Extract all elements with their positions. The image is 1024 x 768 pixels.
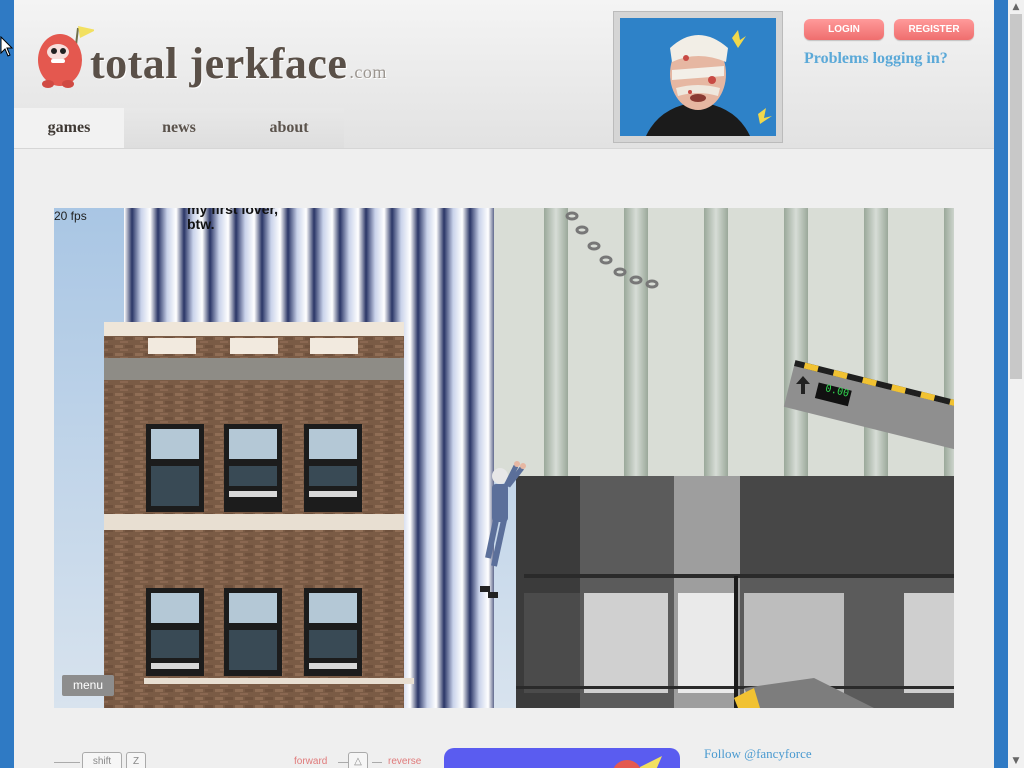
game-menu-button[interactable]: menu	[62, 675, 114, 696]
promo-banner[interactable]	[444, 748, 680, 768]
logo-tld: .com	[349, 62, 387, 82]
problems-logging-in-link[interactable]: Problems logging in?	[804, 50, 948, 68]
nav-tab-games[interactable]: games	[14, 108, 124, 148]
key-shift: shift	[82, 752, 122, 768]
register-button[interactable]: REGISTER	[894, 19, 974, 40]
main-nav: games news about	[14, 108, 344, 148]
forward-label: forward	[294, 756, 328, 767]
page: total jerkface .com games news about LOG…	[14, 0, 994, 768]
logo-brand-name: total jerkface	[90, 39, 348, 88]
key-z: Z	[126, 752, 146, 768]
controls-legend: shift Z forward △ reverse	[54, 746, 454, 768]
dialog-line-2: btw.	[187, 216, 215, 232]
scroll-thumb[interactable]	[1010, 14, 1022, 379]
character-dialog: my first lover, btw.	[187, 208, 278, 232]
bandaged-face-image	[620, 18, 776, 136]
key-up: △	[348, 752, 368, 768]
nav-tab-news[interactable]: news	[124, 108, 234, 148]
up-arrow-icon	[796, 376, 810, 394]
vertical-scrollbar[interactable]: ▲ ▼	[1008, 0, 1024, 768]
follow-fancyforce-link[interactable]: Follow @fancyforce	[704, 746, 812, 762]
reverse-label: reverse	[388, 756, 422, 767]
login-button[interactable]: LOGIN	[804, 19, 884, 40]
site-logo-text[interactable]: total jerkface .com	[90, 38, 387, 89]
scroll-down-arrow-icon[interactable]: ▼	[1008, 754, 1024, 768]
fps-counter: 20 fps	[54, 209, 87, 223]
mascot-logo-icon[interactable]	[34, 22, 94, 88]
mouse-cursor-icon	[0, 36, 14, 57]
scroll-up-arrow-icon[interactable]: ▲	[1008, 0, 1024, 14]
site-header: total jerkface .com games news about LOG…	[14, 0, 994, 149]
nav-tab-about[interactable]: about	[234, 108, 344, 148]
game-scene	[54, 208, 954, 708]
game-canvas[interactable]: my first lover, btw. 20 fps menu 0.00	[54, 208, 954, 708]
featured-avatar	[620, 18, 776, 136]
featured-avatar-frame	[613, 11, 783, 143]
